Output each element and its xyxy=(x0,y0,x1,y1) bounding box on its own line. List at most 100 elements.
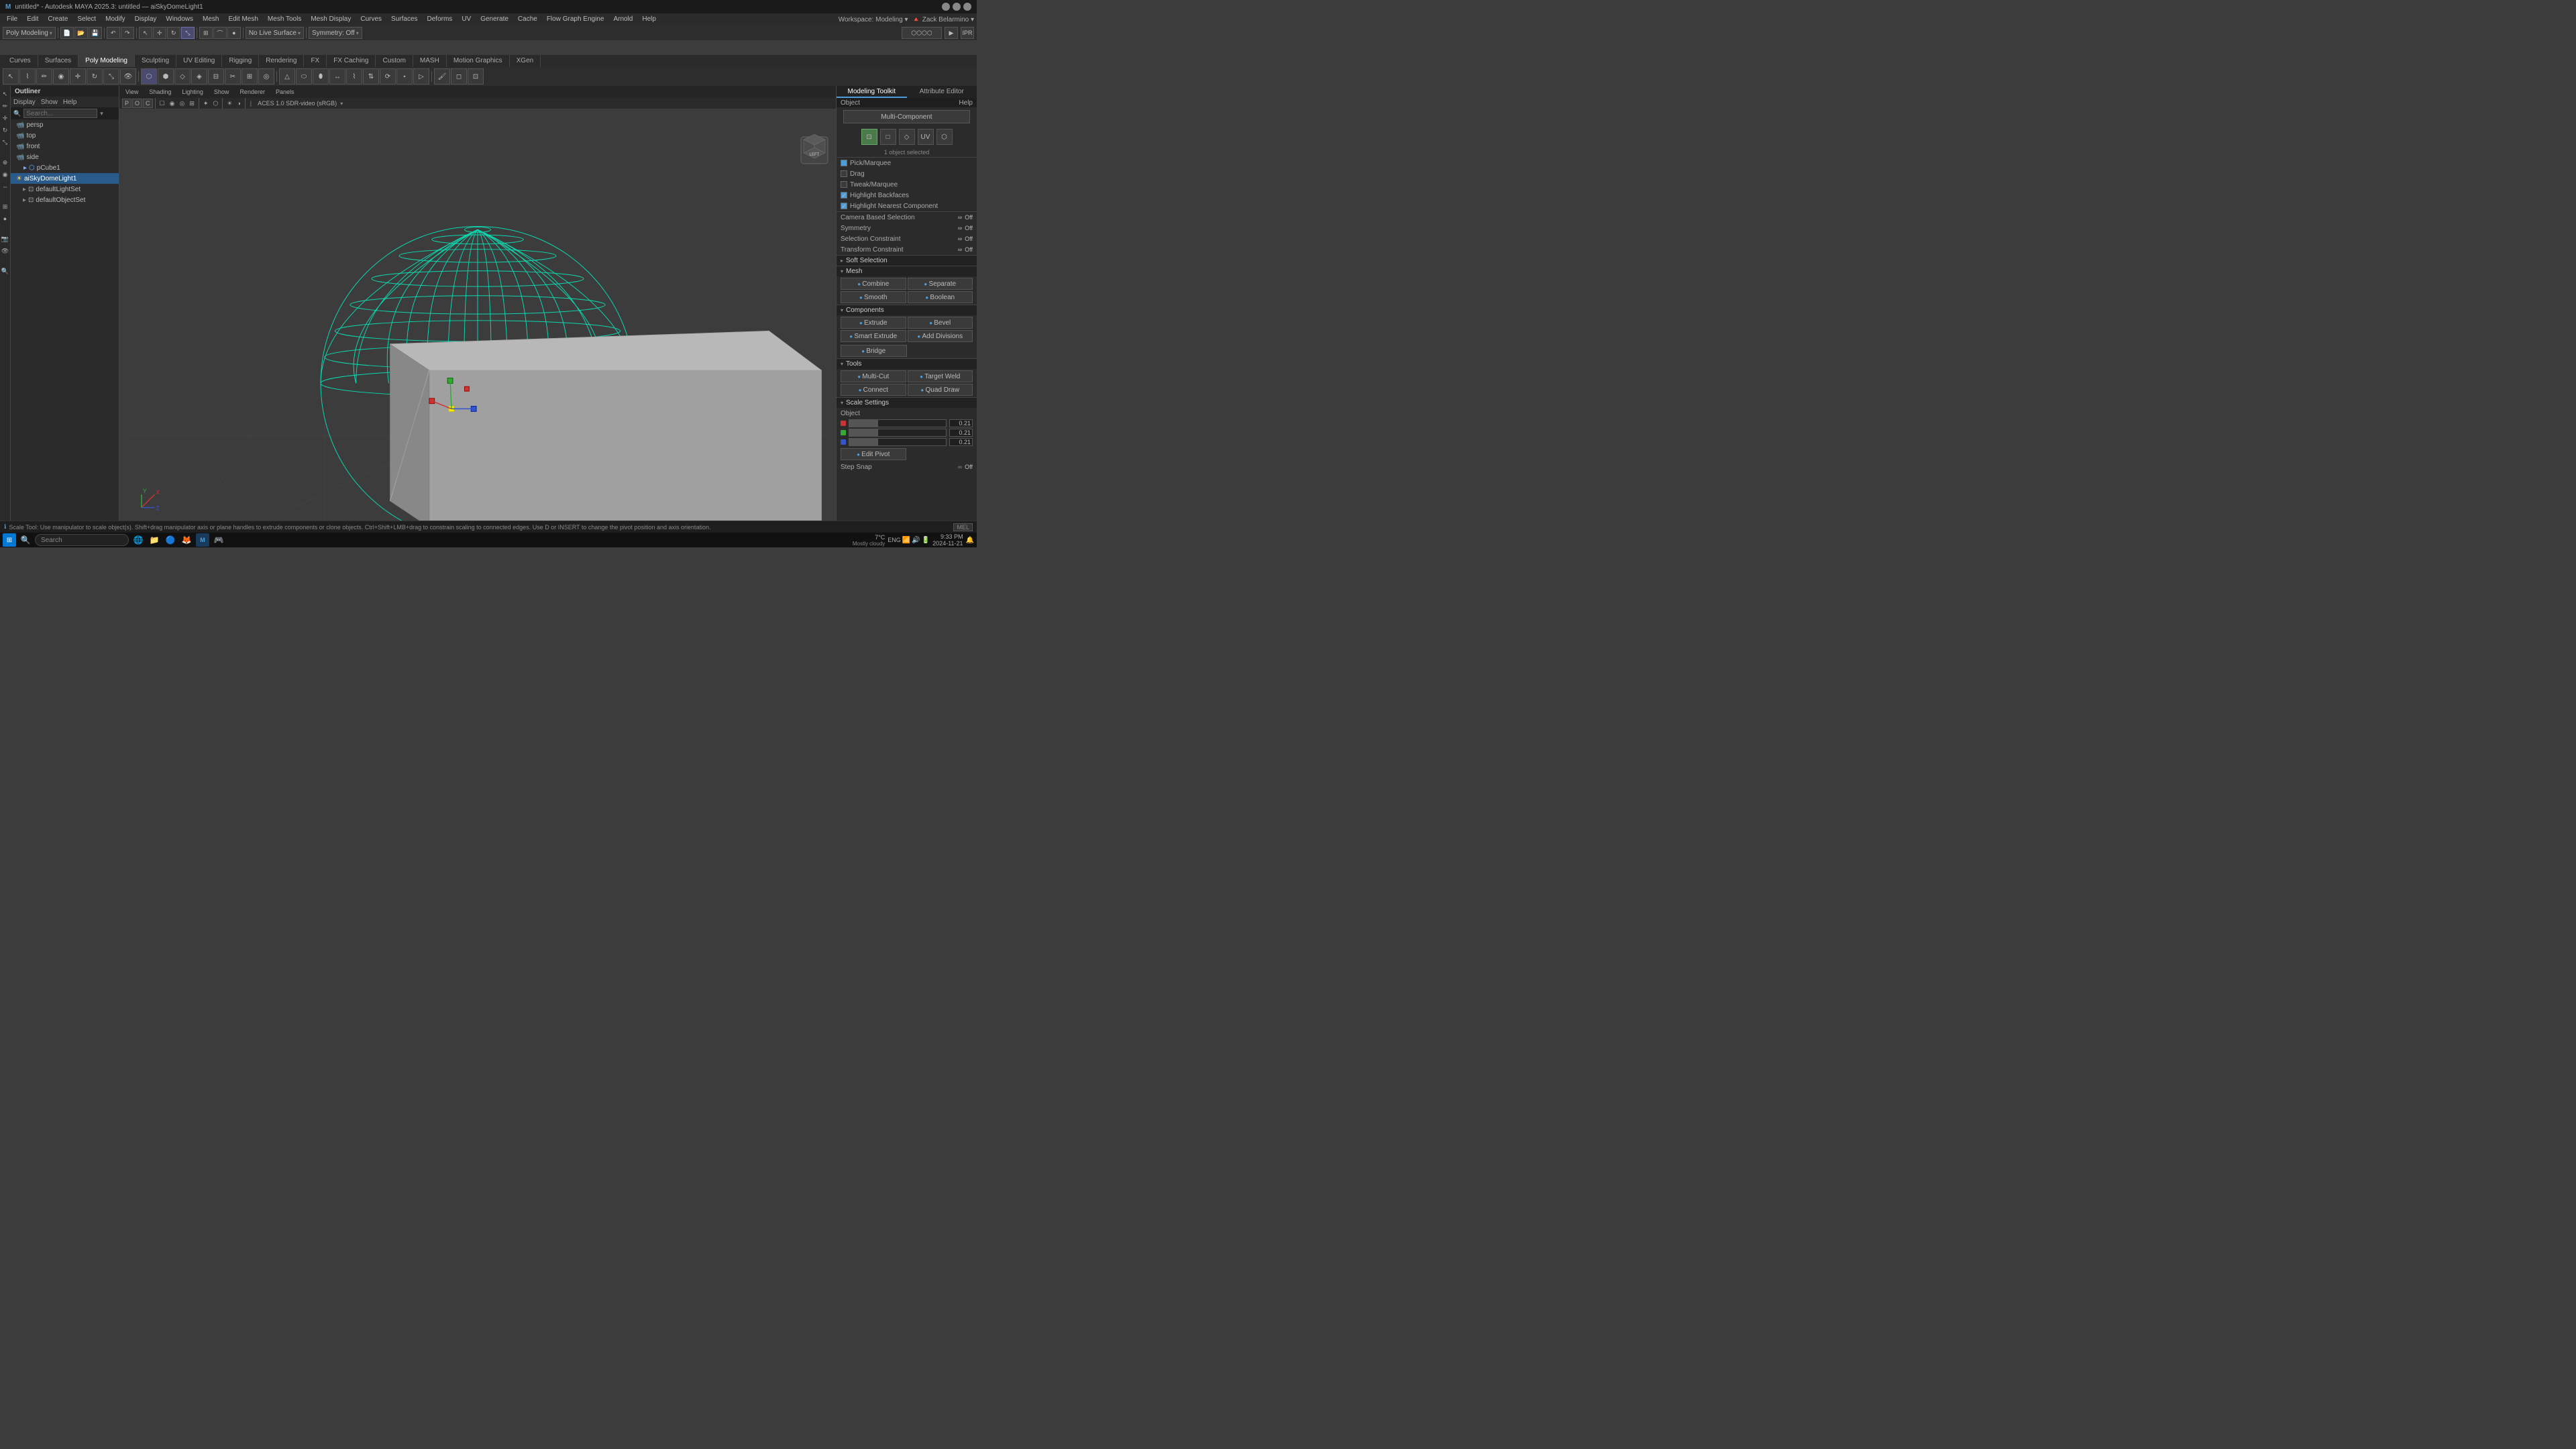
vp-xray-btn[interactable]: ✦ xyxy=(201,99,211,108)
undo-btn[interactable]: ↶ xyxy=(107,27,120,39)
outliner-item-side[interactable]: 📹 side xyxy=(11,152,119,162)
symmetry-toggle[interactable]: ∞ xyxy=(958,225,962,231)
tab-motion-graphics[interactable]: Motion Graphics xyxy=(447,55,510,67)
spin-btn[interactable]: ⟳ xyxy=(380,68,396,85)
scale-z-input[interactable] xyxy=(949,438,973,446)
comp-edge-icon[interactable]: □ xyxy=(880,129,896,145)
move-tool-btn[interactable]: ✛ xyxy=(70,68,86,85)
outliner-item-pcube[interactable]: ▸ ⬡ pCube1 xyxy=(11,162,119,173)
tools-section-header[interactable]: ▾ Tools xyxy=(837,358,977,369)
toolbox-manip[interactable]: ⊕ xyxy=(0,157,11,168)
scale-x-input[interactable] xyxy=(949,419,973,427)
vp-renderer-menu[interactable]: Renderer xyxy=(237,87,267,97)
vp-shading-menu[interactable]: Shading xyxy=(147,87,173,97)
minimize-button[interactable] xyxy=(942,3,950,11)
open-btn[interactable]: 📂 xyxy=(74,27,88,39)
new-scene-btn[interactable]: 📄 xyxy=(60,27,74,39)
symmetry-dropdown[interactable]: Symmetry: Off ▾ xyxy=(309,27,362,39)
pick-marquee-check[interactable] xyxy=(841,160,847,166)
mel-label[interactable]: MEL xyxy=(953,523,973,531)
snap-point-btn[interactable]: ● xyxy=(227,27,241,39)
loop-icon-btn[interactable]: ⊟ xyxy=(208,68,224,85)
ipr-btn[interactable]: IPR xyxy=(961,27,974,39)
show-hide-btn[interactable]: 👁 xyxy=(120,68,136,85)
start-button[interactable]: ⊞ xyxy=(3,533,16,547)
mesh-section-header[interactable]: ▾ Mesh xyxy=(837,266,977,276)
camera-selection-value[interactable]: ∞ xyxy=(958,214,962,221)
menu-deforms[interactable]: Deforms xyxy=(423,13,457,25)
select-btn[interactable]: ↖ xyxy=(139,27,152,39)
bridge-btn[interactable]: Bridge xyxy=(841,345,907,357)
bevel-icon-btn[interactable]: ◇ xyxy=(174,68,191,85)
sculpt-btn[interactable]: ⬭ xyxy=(296,68,312,85)
menu-arnold[interactable]: Arnold xyxy=(609,13,637,25)
menu-cache[interactable]: Cache xyxy=(514,13,541,25)
connect-btn[interactable]: Connect xyxy=(841,384,906,396)
menu-edit-mesh[interactable]: Edit Mesh xyxy=(224,13,262,25)
vp-view-menu[interactable]: View xyxy=(123,87,140,97)
tab-poly-modeling[interactable]: Poly Modeling xyxy=(78,55,135,67)
toolbox-select[interactable]: ↖ xyxy=(0,89,11,99)
outliner-item-front[interactable]: 📹 front xyxy=(11,141,119,152)
notification-icon[interactable]: 🔔 xyxy=(966,537,974,544)
lasso-tool-btn[interactable]: ⌇ xyxy=(19,68,36,85)
render-btn[interactable]: ▶ xyxy=(945,27,958,39)
soft-select-btn[interactable]: ◉ xyxy=(53,68,69,85)
smooth-icon-btn[interactable]: ◎ xyxy=(258,68,274,85)
rotate-btn[interactable]: ↻ xyxy=(167,27,180,39)
live-surface-dropdown[interactable]: No Live Surface ▾ xyxy=(246,27,304,39)
option-highlight-nearest[interactable]: ✓ Highlight Nearest Component xyxy=(837,201,977,211)
menu-surfaces[interactable]: Surfaces xyxy=(387,13,421,25)
vp-light-btn[interactable]: ☀ xyxy=(225,99,234,108)
menu-mesh[interactable]: Mesh xyxy=(199,13,223,25)
taskbar-search-bar[interactable]: Search xyxy=(35,534,129,546)
xray-btn[interactable]: ◻ xyxy=(451,68,467,85)
tab-mash[interactable]: MASH xyxy=(413,55,447,67)
target-weld-btn[interactable]: Target Weld xyxy=(908,370,973,382)
vp-flat-btn[interactable]: ◎ xyxy=(177,99,186,108)
comp-vertex-icon[interactable]: ⊡ xyxy=(861,129,877,145)
menu-help[interactable]: Help xyxy=(638,13,660,25)
menu-modify[interactable]: Modify xyxy=(101,13,129,25)
menu-create[interactable]: Create xyxy=(44,13,72,25)
menu-file[interactable]: File xyxy=(3,13,21,25)
vp-panels-menu[interactable]: Panels xyxy=(274,87,297,97)
vp-texture-btn[interactable]: ⊞ xyxy=(187,99,197,108)
toolbox-snap[interactable]: ⊞ xyxy=(0,201,11,212)
option-tweak[interactable]: Tweak/Marquee xyxy=(837,179,977,190)
move-btn[interactable]: ✛ xyxy=(153,27,166,39)
outliner-show[interactable]: Show xyxy=(41,99,58,106)
highlight-nearest-check[interactable]: ✓ xyxy=(841,203,847,209)
scale-tool-btn[interactable]: ⤡ xyxy=(103,68,119,85)
menu-edit[interactable]: Edit xyxy=(23,13,42,25)
snap-curve-btn[interactable]: ⌒ xyxy=(213,27,227,39)
rp-tab-attribute[interactable]: Attribute Editor xyxy=(907,86,977,98)
smooth-btn[interactable]: Smooth xyxy=(841,291,906,303)
poke-btn[interactable]: ⋆ xyxy=(396,68,413,85)
outliner-help[interactable]: Help xyxy=(63,99,77,106)
paint-weights-btn[interactable]: 🖌 xyxy=(434,68,450,85)
tab-sculpting[interactable]: Sculpting xyxy=(135,55,176,67)
vp-cam-btn[interactable]: C xyxy=(143,99,153,108)
save-btn[interactable]: 💾 xyxy=(89,27,102,39)
vp-lighting-menu[interactable]: Lighting xyxy=(180,87,205,97)
toolbox-rotate[interactable]: ↻ xyxy=(0,125,11,136)
manip-red2[interactable] xyxy=(465,386,470,391)
vp-renderer-label[interactable]: ACES 1.0 SDR-video (sRGB) xyxy=(255,100,339,107)
scene-canvas[interactable]: X Y Z LEFT xyxy=(119,109,836,523)
flip-btn[interactable]: ⇅ xyxy=(363,68,379,85)
toolbox-search[interactable]: 🔍 xyxy=(0,266,11,276)
scale-btn[interactable]: ⤡ xyxy=(181,27,195,39)
scale-settings-header[interactable]: ▾ Scale Settings xyxy=(837,397,977,408)
menu-display[interactable]: Display xyxy=(131,13,161,25)
taskbar-steam[interactable]: 🎮 xyxy=(212,533,225,547)
select-tool-btn[interactable]: ↖ xyxy=(3,68,19,85)
multi-component-btn[interactable]: Multi-Component xyxy=(843,110,969,123)
tab-uv-editing[interactable]: UV Editing xyxy=(176,55,222,67)
outliner-item-defaultlightset[interactable]: ▸ ⊡ defaultLightSet xyxy=(11,184,119,195)
slide-btn[interactable]: ↔ xyxy=(329,68,345,85)
outliner-item-top[interactable]: 📹 top xyxy=(11,130,119,141)
merge-icon-btn[interactable]: ◈ xyxy=(191,68,207,85)
vp-ortho-btn[interactable]: O xyxy=(132,99,142,108)
menu-generate[interactable]: Generate xyxy=(476,13,513,25)
